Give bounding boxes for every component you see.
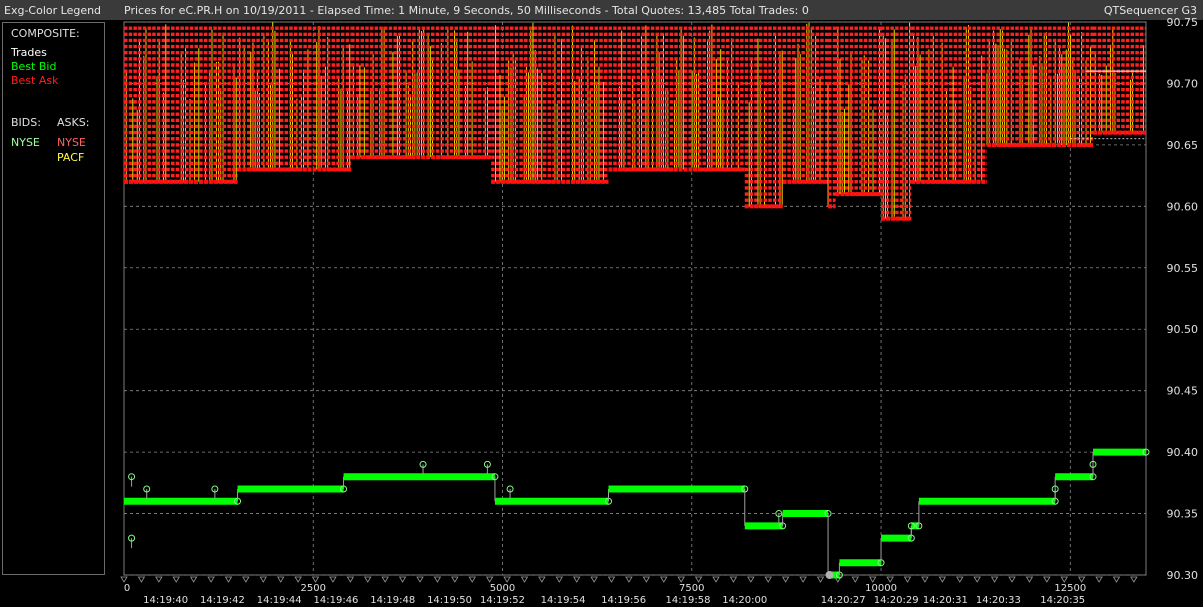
time-label: 14:20:29 xyxy=(874,595,919,606)
time-label: 14:20:33 xyxy=(976,595,1021,606)
time-marker xyxy=(1060,576,1068,583)
time-marker xyxy=(172,576,180,583)
time-marker xyxy=(590,576,598,583)
time-marker xyxy=(120,576,128,583)
time-marker xyxy=(869,576,877,583)
time-marker xyxy=(764,576,772,583)
time-marker xyxy=(607,576,616,583)
time-marker xyxy=(137,576,146,583)
time-label: 14:19:54 xyxy=(541,595,586,606)
time-marker xyxy=(694,576,703,583)
time-marker xyxy=(433,576,442,583)
time-marker xyxy=(503,576,511,583)
time-marker xyxy=(747,576,755,583)
time-marker xyxy=(1025,576,1034,583)
time-marker xyxy=(207,576,215,583)
time-marker xyxy=(781,576,790,583)
y-tick-label: 90.75 xyxy=(1167,16,1199,29)
time-marker xyxy=(886,576,894,583)
time-marker xyxy=(625,576,633,583)
time-marker xyxy=(155,576,163,583)
time-marker xyxy=(799,576,807,583)
time-label: 14:20:35 xyxy=(1040,595,1085,606)
time-marker xyxy=(1043,576,1051,583)
bid-bottom-marker xyxy=(825,571,834,579)
time-label: 14:20:31 xyxy=(923,595,968,606)
x-tick-label: 12500 xyxy=(1054,583,1086,594)
time-marker xyxy=(398,576,407,583)
time-marker xyxy=(451,576,459,583)
time-marker xyxy=(903,576,912,583)
time-marker xyxy=(224,576,233,583)
y-tick-label: 90.60 xyxy=(1167,200,1199,213)
time-marker xyxy=(259,576,268,583)
time-label: 14:19:48 xyxy=(370,595,415,606)
time-marker xyxy=(973,576,981,583)
time-label: 14:20:00 xyxy=(722,595,767,606)
time-marker xyxy=(851,576,860,583)
time-marker xyxy=(1130,576,1138,583)
time-marker xyxy=(990,576,999,583)
time-marker xyxy=(520,576,529,583)
time-marker xyxy=(329,576,337,583)
time-marker xyxy=(921,576,929,583)
x-tick-label: 5000 xyxy=(490,583,515,594)
time-marker xyxy=(277,576,285,583)
time-marker xyxy=(938,576,947,583)
time-marker xyxy=(311,576,320,583)
time-marker xyxy=(538,576,546,583)
time-marker xyxy=(956,576,964,583)
time-label: 14:19:46 xyxy=(314,595,359,606)
time-marker xyxy=(468,576,476,583)
time-label: 14:19:40 xyxy=(143,595,188,606)
time-marker xyxy=(364,576,372,583)
time-label: 14:19:42 xyxy=(200,595,245,606)
x-tick-label: 10000 xyxy=(865,583,897,594)
time-label: 14:19:52 xyxy=(480,595,525,606)
time-label: 14:20:27 xyxy=(821,595,866,606)
y-tick-label: 90.70 xyxy=(1167,77,1199,90)
x-tick-label: 2500 xyxy=(301,583,326,594)
time-marker xyxy=(816,576,825,583)
time-marker xyxy=(294,576,302,583)
y-tick-label: 90.45 xyxy=(1167,385,1199,398)
x-tick-label: 7500 xyxy=(679,583,704,594)
time-marker xyxy=(1112,576,1121,583)
time-marker xyxy=(729,576,738,583)
y-tick-label: 90.55 xyxy=(1167,262,1199,275)
time-label: 14:19:56 xyxy=(601,595,646,606)
time-marker xyxy=(346,576,355,583)
time-marker xyxy=(485,576,494,583)
time-label: 14:19:50 xyxy=(427,595,472,606)
time-label: 14:19:58 xyxy=(666,595,711,606)
time-marker xyxy=(573,576,581,583)
time-marker xyxy=(1077,576,1086,583)
y-tick-label: 90.35 xyxy=(1167,508,1199,521)
x-tick-label: 0 xyxy=(124,583,130,594)
y-tick-label: 90.50 xyxy=(1167,323,1199,336)
time-marker xyxy=(1095,576,1103,583)
time-marker xyxy=(242,576,250,583)
time-marker xyxy=(381,576,389,583)
time-marker xyxy=(642,576,651,583)
time-marker xyxy=(1008,576,1016,583)
price-chart: 90.30 90.35 90.40 90.45 90.50 90.55 90.60 90.65… xyxy=(120,16,1199,606)
y-tick-label: 90.65 xyxy=(1167,139,1199,152)
time-marker xyxy=(712,576,720,583)
time-marker xyxy=(189,576,198,583)
time-marker xyxy=(677,576,685,583)
y-tick-label: 90.30 xyxy=(1167,569,1199,582)
time-label: 14:19:44 xyxy=(257,595,302,606)
y-tick-label: 90.40 xyxy=(1167,446,1199,459)
time-marker xyxy=(416,576,424,583)
time-marker xyxy=(555,576,564,583)
time-marker xyxy=(660,576,668,583)
